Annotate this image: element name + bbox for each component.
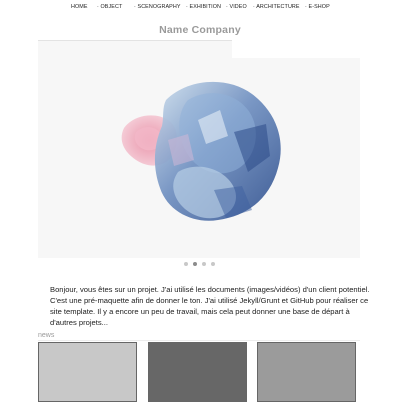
nav-home[interactable]: HOME [71, 4, 88, 10]
news-heading: news [38, 332, 55, 339]
nav-exhibition[interactable]: · EXHIBITION [186, 4, 221, 10]
carousel-dots [184, 262, 224, 268]
news-card-3[interactable] [257, 342, 356, 402]
news-card-2[interactable] [148, 342, 247, 402]
carousel-dot-1[interactable] [184, 262, 188, 266]
hero-carousel-image[interactable] [38, 40, 360, 258]
hero-top-line [38, 40, 232, 41]
nav-object[interactable]: · OBJECT [97, 4, 122, 10]
news-divider [38, 340, 360, 341]
intro-paragraph: Bonjour, vous êtes sur un projet. J'ai u… [50, 284, 370, 327]
carousel-dot-3[interactable] [202, 262, 206, 266]
nav-eshop[interactable]: · E-SHOP [305, 4, 330, 10]
crumpled-glass-sculpture [121, 81, 281, 221]
carousel-dot-4[interactable] [211, 262, 215, 266]
nav-scenography[interactable]: · SCENOGRAPHY [134, 4, 181, 10]
hero-corner-mask [232, 40, 360, 58]
brand-name[interactable]: Name Company [0, 24, 400, 36]
carousel-dot-2[interactable] [193, 262, 197, 266]
news-card-1[interactable] [38, 342, 137, 402]
top-nav: HOME · OBJECT · SCENOGRAPHY · EXHIBITION… [0, 0, 400, 14]
nav-video[interactable]: · VIDEO [226, 4, 247, 10]
nav-architecture[interactable]: · ARCHITECTURE [253, 4, 300, 10]
